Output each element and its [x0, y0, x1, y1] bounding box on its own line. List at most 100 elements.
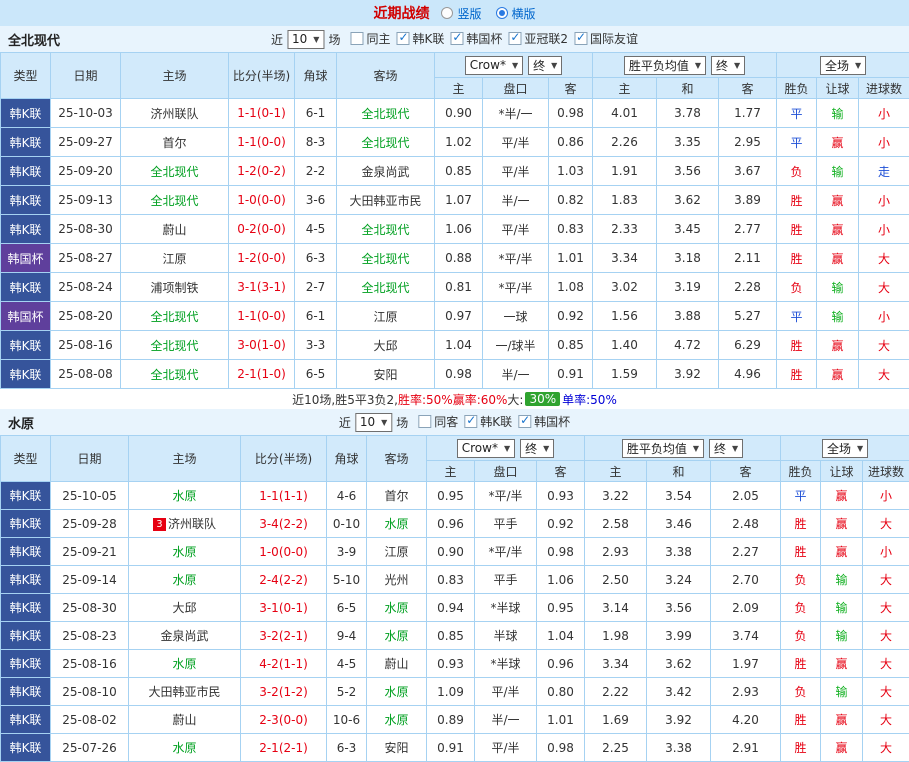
odds-time-select[interactable]: 终▼ — [528, 56, 562, 75]
filter-checkbox-group: 同客韩K联韩国杯 — [412, 413, 570, 431]
team-label: 大邱 — [373, 339, 397, 353]
match-date-cell: 25-08-27 — [51, 244, 121, 273]
table-row: 韩K联 25-07-26 水原 2-1(2-1) 6-3 安阳 0.91 平/半… — [1, 734, 909, 762]
avg-home-cell: 1.91 — [593, 157, 657, 186]
away-team-cell: 水原 — [367, 706, 427, 734]
corner-score-cell: 0-10 — [327, 510, 367, 538]
summary-jeonbuk: 近10场,胜5平3负2, 胜率:50% 赢率:60% 大:30% 单率:50% — [0, 389, 909, 409]
score-cell: 1-1(1-1) — [241, 482, 327, 510]
match-date-cell: 25-08-20 — [51, 302, 121, 331]
summary-segment: 大: — [507, 391, 523, 408]
filter-checkbox[interactable]: 韩国杯 — [518, 413, 570, 430]
result-goals-cell: 大 — [863, 650, 909, 678]
avg-home-cell: 3.34 — [593, 244, 657, 273]
odds-company-select[interactable]: Crow*▼ — [457, 439, 515, 458]
match-date-cell: 25-09-20 — [51, 157, 121, 186]
team-label: 蔚山 — [384, 657, 408, 671]
avg-home-cell: 1.98 — [585, 622, 647, 650]
result-handicap-cell: 输 — [817, 157, 859, 186]
filter-checkbox[interactable]: 亚冠联2 — [508, 30, 568, 47]
fulltime-select[interactable]: 全场▼ — [822, 439, 868, 458]
layout-radio[interactable]: 横版 — [496, 5, 536, 22]
section-header-suwon: 水原 近 10▼ 场 同客韩K联韩国杯 — [0, 409, 909, 435]
recent-count-select[interactable]: 10▼ — [287, 30, 324, 49]
match-date-cell: 25-08-10 — [51, 678, 129, 706]
avg-away-cell: 4.20 — [711, 706, 781, 734]
match-date-cell: 25-09-14 — [51, 566, 129, 594]
odds-away-cell: 0.92 — [537, 510, 585, 538]
avg-odds-select[interactable]: 胜平负均值▼ — [622, 439, 704, 458]
topbar: 近期战绩 竖版横版 — [0, 0, 909, 26]
odds-home-cell: 0.90 — [427, 538, 475, 566]
layout-radio[interactable]: 竖版 — [441, 5, 481, 22]
filter-checkbox[interactable]: 韩国杯 — [450, 30, 502, 47]
result-goals-cell: 大 — [859, 244, 909, 273]
odds-home-cell: 0.85 — [435, 157, 483, 186]
match-date-cell: 25-08-16 — [51, 650, 129, 678]
filter-checkbox[interactable]: 国际友谊 — [574, 30, 638, 47]
team-label: 蔚山 — [172, 713, 196, 727]
col-away: 客场 — [337, 53, 435, 99]
avg-home-cell: 4.01 — [593, 99, 657, 128]
avg-draw-cell: 3.88 — [657, 302, 719, 331]
team-label: 大田韩亚市民 — [349, 194, 421, 208]
match-date-cell: 25-08-24 — [51, 273, 121, 302]
away-team-cell: 全北现代 — [337, 215, 435, 244]
result-wdl-cell: 胜 — [777, 331, 817, 360]
corner-score-cell: 10-6 — [327, 706, 367, 734]
checkbox-icon — [574, 32, 587, 45]
odds-company-select[interactable]: Crow*▼ — [465, 56, 523, 75]
radio-icon — [496, 7, 508, 19]
result-select-cell: 全场▼ — [777, 53, 909, 78]
odds-away-cell: 1.03 — [549, 157, 593, 186]
col-type: 类型 — [1, 436, 51, 482]
home-team-cell: 江原 — [121, 244, 229, 273]
col-avg-away: 客 — [711, 461, 781, 482]
col-type: 类型 — [1, 53, 51, 99]
col-res-handicap: 让球 — [817, 78, 859, 99]
table-row: 韩K联 25-08-10 大田韩亚市民 3-2(1-2) 5-2 水原 1.09… — [1, 678, 909, 706]
odds-time-select[interactable]: 终▼ — [520, 439, 554, 458]
corner-score-cell: 6-3 — [295, 244, 337, 273]
score-cell: 2-4(2-2) — [241, 566, 327, 594]
avg-odds-select[interactable]: 胜平负均值▼ — [624, 56, 706, 75]
avg-home-cell: 1.40 — [593, 331, 657, 360]
table-row: 韩K联 25-10-05 水原 1-1(1-1) 4-6 首尔 0.95 *平/… — [1, 482, 909, 510]
filter-checkbox[interactable]: 韩K联 — [396, 30, 444, 47]
home-team-cell: 全北现代 — [121, 360, 229, 389]
odds-away-cell: 0.92 — [549, 302, 593, 331]
score-cell: 3-0(1-0) — [229, 331, 295, 360]
table-row: 韩国杯 25-08-20 全北现代 1-1(0-0) 6-1 江原 0.97 一… — [1, 302, 909, 331]
team-label: 安阳 — [373, 368, 397, 382]
match-date-cell: 25-08-08 — [51, 360, 121, 389]
odds-away-cell: 0.95 — [537, 594, 585, 622]
team-label: 全北现代 — [361, 252, 409, 266]
odds-home-cell: 0.89 — [427, 706, 475, 734]
odds-handicap-cell: *平/半 — [475, 538, 537, 566]
odds-home-cell: 0.95 — [427, 482, 475, 510]
score-cell: 1-1(0-1) — [229, 99, 295, 128]
games-label: 场 — [328, 31, 340, 48]
home-team-cell: 水原 — [129, 538, 241, 566]
recent-count-select[interactable]: 10▼ — [355, 413, 392, 432]
games-label: 场 — [396, 414, 408, 431]
filter-checkbox[interactable]: 同客 — [418, 413, 458, 430]
league-type-cell: 韩K联 — [1, 360, 51, 389]
avg-time-select[interactable]: 终▼ — [711, 56, 745, 75]
chevron-down-icon: ▼ — [313, 35, 319, 44]
avg-time-select[interactable]: 终▼ — [709, 439, 743, 458]
league-type-cell: 韩K联 — [1, 186, 51, 215]
radio-label: 竖版 — [457, 5, 481, 22]
home-team-cell: 首尔 — [121, 128, 229, 157]
fulltime-select[interactable]: 全场▼ — [820, 56, 866, 75]
chevron-down-icon: ▼ — [734, 61, 740, 70]
table-row: 韩K联 25-08-16 全北现代 3-0(1-0) 3-3 大邱 1.04 一… — [1, 331, 909, 360]
result-goals-cell: 小 — [863, 538, 909, 566]
filter-checkbox[interactable]: 韩K联 — [464, 413, 512, 430]
col-res-wdl: 胜负 — [781, 461, 821, 482]
col-res-goals: 进球数 — [863, 461, 909, 482]
filter-checkbox[interactable]: 同主 — [350, 30, 390, 47]
away-team-cell: 水原 — [367, 622, 427, 650]
avg-draw-cell: 3.35 — [657, 128, 719, 157]
avg-home-cell: 2.33 — [593, 215, 657, 244]
